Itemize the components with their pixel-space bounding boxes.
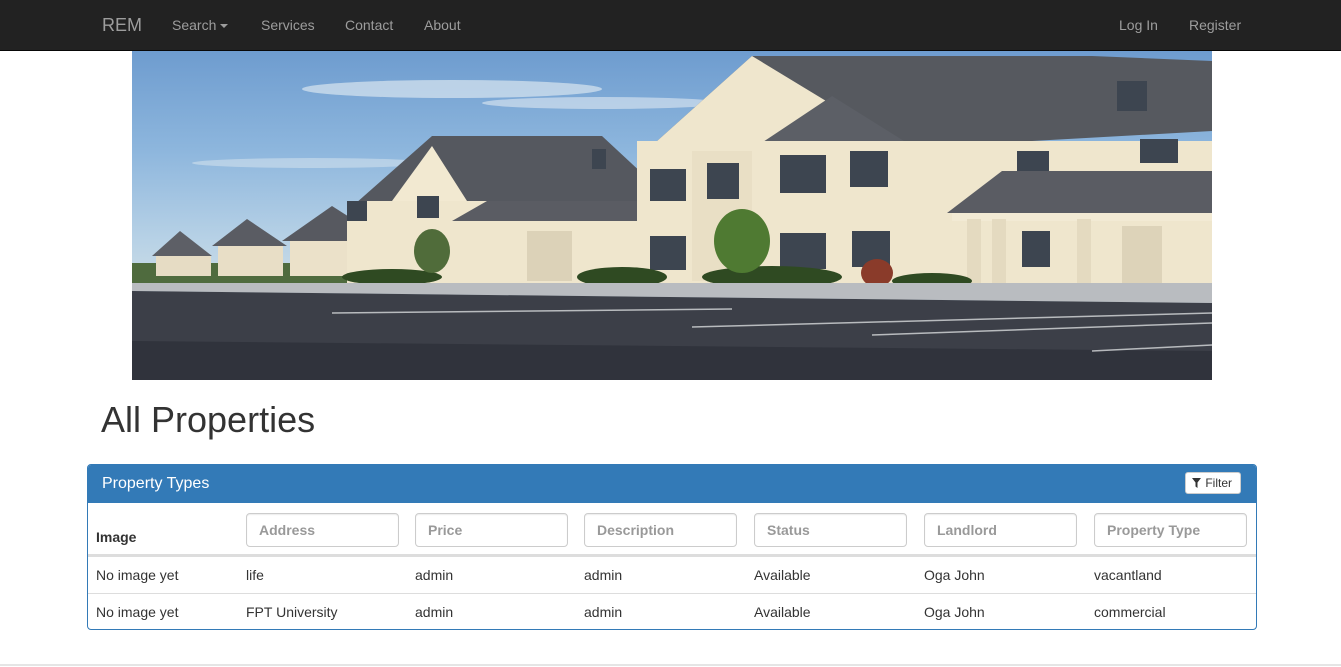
description-filter-input[interactable] bbox=[584, 513, 737, 547]
nav-about[interactable]: About bbox=[424, 0, 461, 50]
nav-contact[interactable]: Contact bbox=[345, 0, 393, 50]
brand-link[interactable]: REM bbox=[102, 0, 142, 50]
landlord-filter-input[interactable] bbox=[924, 513, 1077, 547]
cell-image: No image yet bbox=[96, 604, 179, 620]
properties-panel: Property Types Filter Image No image yet… bbox=[87, 464, 1257, 630]
cell-property-type: commercial bbox=[1094, 604, 1166, 620]
cell-description: admin bbox=[584, 567, 623, 583]
cell-landlord: Oga John bbox=[924, 567, 985, 583]
nav-services[interactable]: Services bbox=[261, 0, 315, 50]
nav-search-label: Search bbox=[172, 17, 217, 33]
nav-login[interactable]: Log In bbox=[1119, 0, 1158, 50]
price-filter-input[interactable] bbox=[415, 513, 568, 547]
cell-address: FPT University bbox=[246, 604, 338, 620]
table-row[interactable]: No image yet FPT University admin admin … bbox=[88, 593, 1256, 629]
cell-image: No image yet bbox=[96, 567, 179, 583]
hero-banner-image bbox=[132, 51, 1212, 380]
cell-price: admin bbox=[415, 567, 454, 583]
property-type-filter-input[interactable] bbox=[1094, 513, 1247, 547]
address-filter-input[interactable] bbox=[246, 513, 399, 547]
filter-button-label: Filter bbox=[1205, 476, 1232, 490]
cell-status: Available bbox=[754, 567, 811, 583]
caret-down-icon bbox=[220, 24, 229, 29]
hero-building-illustration bbox=[132, 56, 1212, 380]
nav-search-dropdown[interactable]: Search bbox=[172, 0, 229, 50]
filter-button[interactable]: Filter bbox=[1185, 472, 1241, 494]
status-filter-input[interactable] bbox=[754, 513, 907, 547]
cell-address: life bbox=[246, 567, 264, 583]
funnel-icon bbox=[1192, 478, 1202, 488]
page-title: All Properties bbox=[101, 399, 316, 440]
cell-price: admin bbox=[415, 604, 454, 620]
footer-divider bbox=[0, 664, 1341, 666]
top-navbar: REM Search Services Contact About Log In… bbox=[0, 0, 1341, 51]
cell-landlord: Oga John bbox=[924, 604, 985, 620]
nav-register[interactable]: Register bbox=[1189, 0, 1241, 50]
table-row[interactable]: No image yet life admin admin Available … bbox=[88, 556, 1256, 593]
cell-status: Available bbox=[754, 604, 811, 620]
cell-property-type: vacantland bbox=[1094, 567, 1162, 583]
image-column-header: Image bbox=[96, 529, 137, 545]
cell-description: admin bbox=[584, 604, 623, 620]
panel-title: Property Types bbox=[102, 475, 210, 492]
panel-heading: Property Types Filter bbox=[88, 465, 1256, 503]
